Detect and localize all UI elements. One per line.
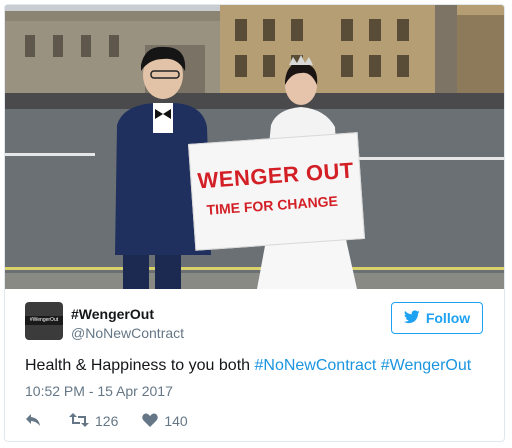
retweet-count: 126 [95, 413, 119, 429]
tweet-actions: 126 140 [25, 411, 188, 431]
protest-banner: WENGER OUT TIME FOR CHANGE [188, 132, 366, 251]
follow-button-label: Follow [425, 310, 471, 326]
tweet-text-body: Health & Happiness to you both [25, 357, 255, 374]
retweet-button[interactable]: 126 [69, 412, 119, 430]
follow-button[interactable]: Follow [391, 302, 483, 334]
hashtag-wengerout[interactable]: #WengerOut [381, 357, 471, 374]
like-button[interactable]: 140 [142, 413, 188, 430]
reply-button[interactable] [25, 413, 41, 430]
tweet-card: WENGER OUT TIME FOR CHANGE #WengerOut #W… [4, 4, 505, 442]
banner-line2: TIME FOR CHANGE [206, 192, 339, 218]
avatar-text: #WengerOut [25, 316, 63, 325]
twitter-bird-icon [403, 309, 420, 327]
tweet-photo[interactable]: WENGER OUT TIME FOR CHANGE [5, 5, 504, 289]
avatar[interactable]: #WengerOut [25, 302, 63, 340]
like-count: 140 [164, 413, 188, 429]
banner-line1: WENGER OUT [196, 157, 355, 194]
tweet-text: Health & Happiness to you both #NoNewCon… [25, 357, 495, 375]
display-name[interactable]: #WengerOut [71, 306, 154, 322]
hashtag-nonewcontract[interactable]: #NoNewContract [254, 357, 376, 374]
user-handle[interactable]: @NoNewContract [71, 325, 184, 341]
heart-icon [142, 413, 159, 430]
reply-icon [25, 413, 41, 430]
retweet-icon [69, 412, 89, 430]
tweet-timestamp[interactable]: 10:52 PM - 15 Apr 2017 [25, 383, 173, 399]
